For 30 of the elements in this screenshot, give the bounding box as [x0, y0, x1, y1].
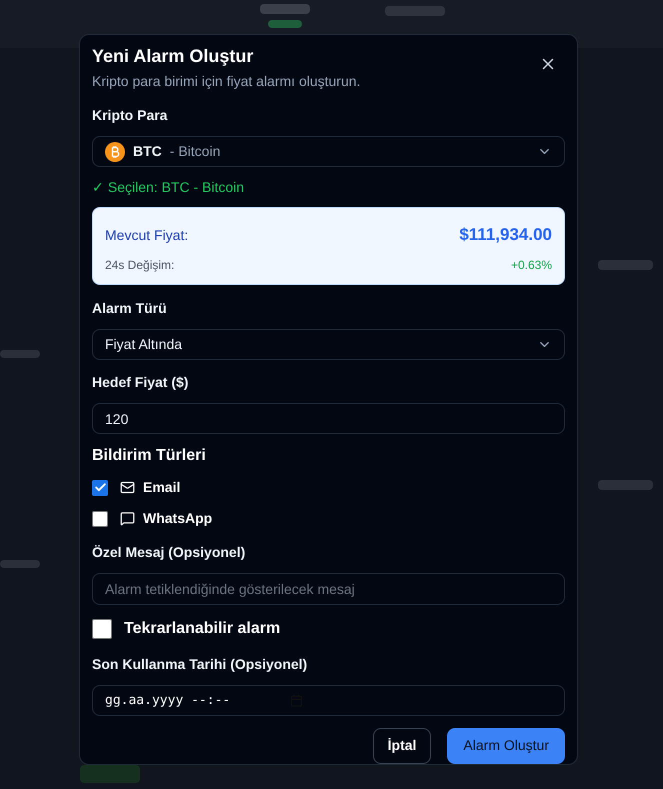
- checkbox-label: Email: [143, 478, 180, 498]
- chat-bubble-icon: [120, 511, 135, 526]
- checkbox[interactable]: [92, 480, 108, 496]
- current-price-label: Mevcut Fiyat:: [105, 226, 188, 245]
- field-label: Son Kullanma Tarihi (Opsiyonel): [92, 654, 308, 674]
- checkbox-label: WhatsApp: [143, 509, 212, 528]
- field-label: Özel Mesaj (Opsiyonel): [92, 543, 246, 562]
- checkbox[interactable]: [92, 510, 108, 527]
- alarm-type-select[interactable]: Fiyat Altında: [92, 328, 565, 360]
- field-label: Kripto Para: [92, 106, 168, 125]
- dialog-subtitle: Kripto para birimi için fiyat alarmı oluşturun.: [92, 72, 360, 91]
- crypto-select[interactable]: BTC - Bitcoin: [92, 136, 565, 168]
- dialog-title: Yeni Alarm Oluştur: [92, 45, 254, 67]
- custom-message-field[interactable]: Alarm tetiklendiğinde gösterilecek mesaj: [92, 573, 565, 605]
- change-value: +0.63%: [510, 256, 552, 274]
- current-price: $111,934.00: [459, 224, 552, 246]
- target-price-field[interactable]: 120: [92, 403, 565, 434]
- expiry-date-field[interactable]: gg.aa.yyyy --:--: [92, 684, 565, 716]
- section-title: Bildirim Türleri: [92, 446, 207, 466]
- bitcoin-coin-icon: [105, 142, 125, 162]
- change-label: 24s Değişim:: [105, 256, 174, 274]
- cancel-button[interactable]: İptal: [372, 728, 432, 764]
- create-alarm-button[interactable]: Alarm Oluştur: [447, 728, 565, 764]
- blurred-badge: [80, 765, 140, 783]
- field-label: Alarm Türü: [92, 298, 168, 318]
- selected-note: ✓ Seçilen: BTC - Bitcoin: [92, 178, 246, 198]
- checkbox[interactable]: [92, 618, 112, 639]
- checkbox-label: Tekrarlanabilir alarm: [124, 618, 280, 639]
- mail-icon: [120, 480, 135, 496]
- field-label: Hedef Fiyat ($): [92, 373, 190, 392]
